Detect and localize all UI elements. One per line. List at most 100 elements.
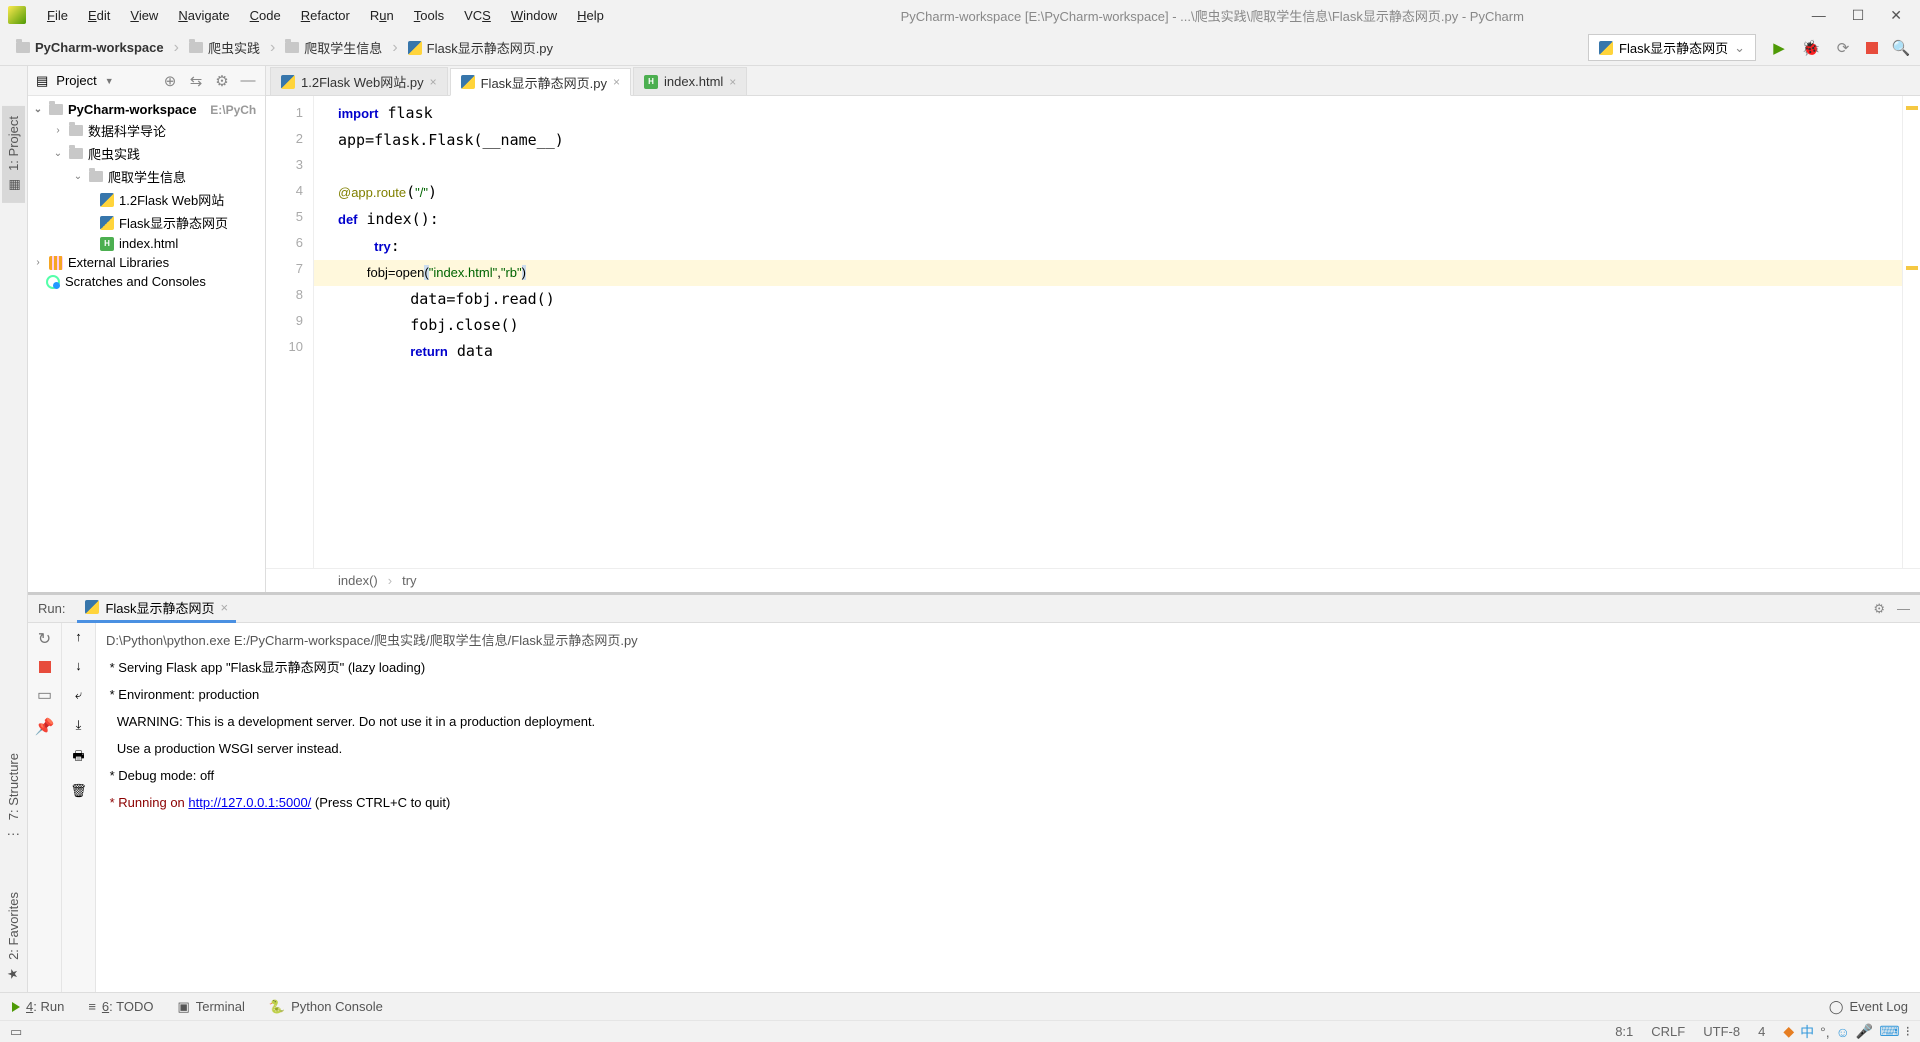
html-file-icon: H <box>644 75 658 89</box>
main-area: ▦1: Project ⋮7: Structure ★2: Favorites … <box>0 66 1920 992</box>
project-icon: ▦ <box>5 179 21 191</box>
tool-tab-structure[interactable]: ⋮7: Structure <box>2 743 25 852</box>
editor-tab[interactable]: 1.2Flask Web网站.py× <box>270 67 448 95</box>
maximize-button[interactable]: ☐ <box>1852 7 1865 24</box>
chevron-right-icon: › <box>388 573 392 588</box>
run-button[interactable]: ▶ <box>1770 39 1788 57</box>
tree-folder[interactable]: ⌄爬虫实践 <box>28 142 265 165</box>
console-output[interactable]: D:\Python\python.exe E:/PyCharm-workspac… <box>96 623 1920 992</box>
collapse-icon[interactable]: ⇆ <box>187 72 205 90</box>
scroll-end-button[interactable]: ⤓ <box>76 717 82 733</box>
menu-window[interactable]: Window <box>502 4 566 27</box>
tool-tab-event-log[interactable]: ◯ Event Log <box>1829 999 1908 1015</box>
tree-root[interactable]: ⌄PyCharm-workspace E:\PyCh <box>28 100 265 119</box>
clear-button[interactable]: 🗑 <box>70 783 87 799</box>
debug-button[interactable]: 🐞 <box>1802 39 1820 57</box>
crumb-file[interactable]: Flask显示静态网页.py <box>402 36 559 59</box>
tree-scratches[interactable]: Scratches and Consoles <box>28 272 265 291</box>
editor-body[interactable]: 12345678910 import flask app=flask.Flask… <box>266 96 1920 568</box>
run-configuration-selector[interactable]: Flask显示静态网页 ⌄ <box>1588 34 1756 61</box>
chevron-down-icon[interactable]: ▼ <box>105 76 114 86</box>
crumb-1[interactable]: 爬虫实践 <box>183 36 266 59</box>
tool-tab-python-console[interactable]: 🐍 Python Console <box>269 999 383 1015</box>
run-tab[interactable]: Flask显示静态网页× <box>77 595 236 623</box>
run-tool-window: Run: Flask显示静态网页× ⚙ — ↻ ▭ 📌 ↑ ↓ ⤶ ⤓ <box>28 592 1920 992</box>
close-icon[interactable]: × <box>221 600 229 615</box>
chevron-down-icon: ⌄ <box>32 104 44 115</box>
tray-icon[interactable]: 中 <box>1800 1022 1814 1042</box>
hide-icon[interactable]: — <box>1897 601 1910 616</box>
settings-gear-icon[interactable]: ⚙ <box>213 72 231 90</box>
menu-vcs[interactable]: VCS <box>455 4 500 27</box>
line-separator[interactable]: CRLF <box>1651 1024 1685 1039</box>
run-coverage-button[interactable]: ⟳ <box>1834 39 1852 57</box>
search-everywhere-button[interactable]: 🔍 <box>1892 39 1910 57</box>
menu-navigate[interactable]: Navigate <box>169 4 238 27</box>
folder-icon <box>49 104 63 115</box>
menu-run[interactable]: Run <box>361 4 403 27</box>
soft-wrap-button[interactable]: ⤶ <box>75 687 82 703</box>
crumb-root[interactable]: PyCharm-workspace <box>10 38 170 57</box>
tool-tab-terminal[interactable]: ▣ Terminal <box>177 999 244 1015</box>
tray-icon[interactable]: °, <box>1820 1024 1830 1040</box>
tree-file[interactable]: Flask显示静态网页 <box>28 211 265 234</box>
close-button[interactable]: ✕ <box>1890 7 1902 24</box>
layout-button[interactable]: ▭ <box>35 685 55 705</box>
rerun-button[interactable]: ↻ <box>35 629 55 649</box>
tree-file[interactable]: Hindex.html <box>28 234 265 253</box>
menu-view[interactable]: View <box>121 4 167 27</box>
hide-icon[interactable]: — <box>239 72 257 89</box>
main-menu: File Edit View Navigate Code Refactor Ru… <box>38 4 613 27</box>
up-button[interactable]: ↑ <box>75 629 82 644</box>
menu-file[interactable]: File <box>38 4 77 27</box>
file-encoding[interactable]: UTF-8 <box>1703 1024 1740 1039</box>
menu-edit[interactable]: Edit <box>79 4 119 27</box>
run-body: ↻ ▭ 📌 ↑ ↓ ⤶ ⤓ 🖶 🗑 D:\Python\python.exe E… <box>28 623 1920 992</box>
python-file-icon <box>408 41 422 55</box>
close-icon[interactable]: × <box>430 75 437 89</box>
pin-button[interactable]: 📌 <box>35 717 55 737</box>
menu-code[interactable]: Code <box>241 4 290 27</box>
settings-gear-icon[interactable]: ⚙ <box>1873 601 1885 617</box>
crumb-2[interactable]: 爬取学生信息 <box>279 36 388 59</box>
bottom-tool-stripe: 4: Run ≡ 6: TODO ▣ Terminal 🐍 Python Con… <box>0 992 1920 1020</box>
tool-tab-favorites[interactable]: ★2: Favorites <box>2 882 25 992</box>
indent-info[interactable]: 4 <box>1758 1024 1765 1039</box>
tree-external-libs[interactable]: ›External Libraries <box>28 253 265 272</box>
code-content[interactable]: import flask app=flask.Flask(__name__) @… <box>314 96 1902 568</box>
cursor-position[interactable]: 8:1 <box>1615 1024 1633 1039</box>
stop-button[interactable] <box>39 661 51 673</box>
error-stripe[interactable] <box>1902 96 1920 568</box>
tray-icon[interactable]: 🎤 <box>1856 1023 1873 1040</box>
stop-button[interactable] <box>1866 42 1878 54</box>
editor-tab[interactable]: Hindex.html× <box>633 67 747 95</box>
close-icon[interactable]: × <box>729 75 736 89</box>
locate-icon[interactable]: ⊕ <box>161 72 179 90</box>
server-url-link[interactable]: http://127.0.0.1:5000/ <box>188 795 311 810</box>
structure-icon: ⋮ <box>6 828 22 841</box>
down-button[interactable]: ↓ <box>75 658 82 673</box>
tree-folder[interactable]: ›数据科学导论 <box>28 119 265 142</box>
tool-tab-run[interactable]: 4: Run <box>12 999 64 1014</box>
status-hint-icon[interactable]: ▭ <box>10 1024 22 1040</box>
tree-folder[interactable]: ⌄爬取学生信息 <box>28 165 265 188</box>
tree-file[interactable]: 1.2Flask Web网站 <box>28 188 265 211</box>
close-icon[interactable]: × <box>613 75 620 89</box>
tray-icon[interactable]: ☺ <box>1836 1024 1850 1040</box>
menu-refactor[interactable]: Refactor <box>292 4 359 27</box>
warning-marker-icon[interactable] <box>1906 106 1918 110</box>
editor-tab-active[interactable]: Flask显示静态网页.py× <box>450 68 631 96</box>
menu-help[interactable]: Help <box>568 4 613 27</box>
crumb-block[interactable]: try <box>402 573 416 588</box>
menu-tools[interactable]: Tools <box>405 4 453 27</box>
tray-icon[interactable]: ⌨ <box>1879 1023 1899 1040</box>
tray-icon[interactable]: ⁝ <box>1906 1023 1910 1040</box>
warning-marker-icon[interactable] <box>1906 266 1918 270</box>
crumb-func[interactable]: index() <box>338 573 378 588</box>
tool-tab-todo[interactable]: ≡ 6: TODO <box>88 999 153 1014</box>
tray-icon[interactable]: ◆ <box>1783 1023 1794 1040</box>
print-button[interactable]: 🖶 <box>72 747 84 769</box>
tool-tab-project[interactable]: ▦1: Project <box>2 106 25 203</box>
minimize-button[interactable]: — <box>1812 7 1826 24</box>
editor-tabs: 1.2Flask Web网站.py× Flask显示静态网页.py× Hinde… <box>266 66 1920 96</box>
